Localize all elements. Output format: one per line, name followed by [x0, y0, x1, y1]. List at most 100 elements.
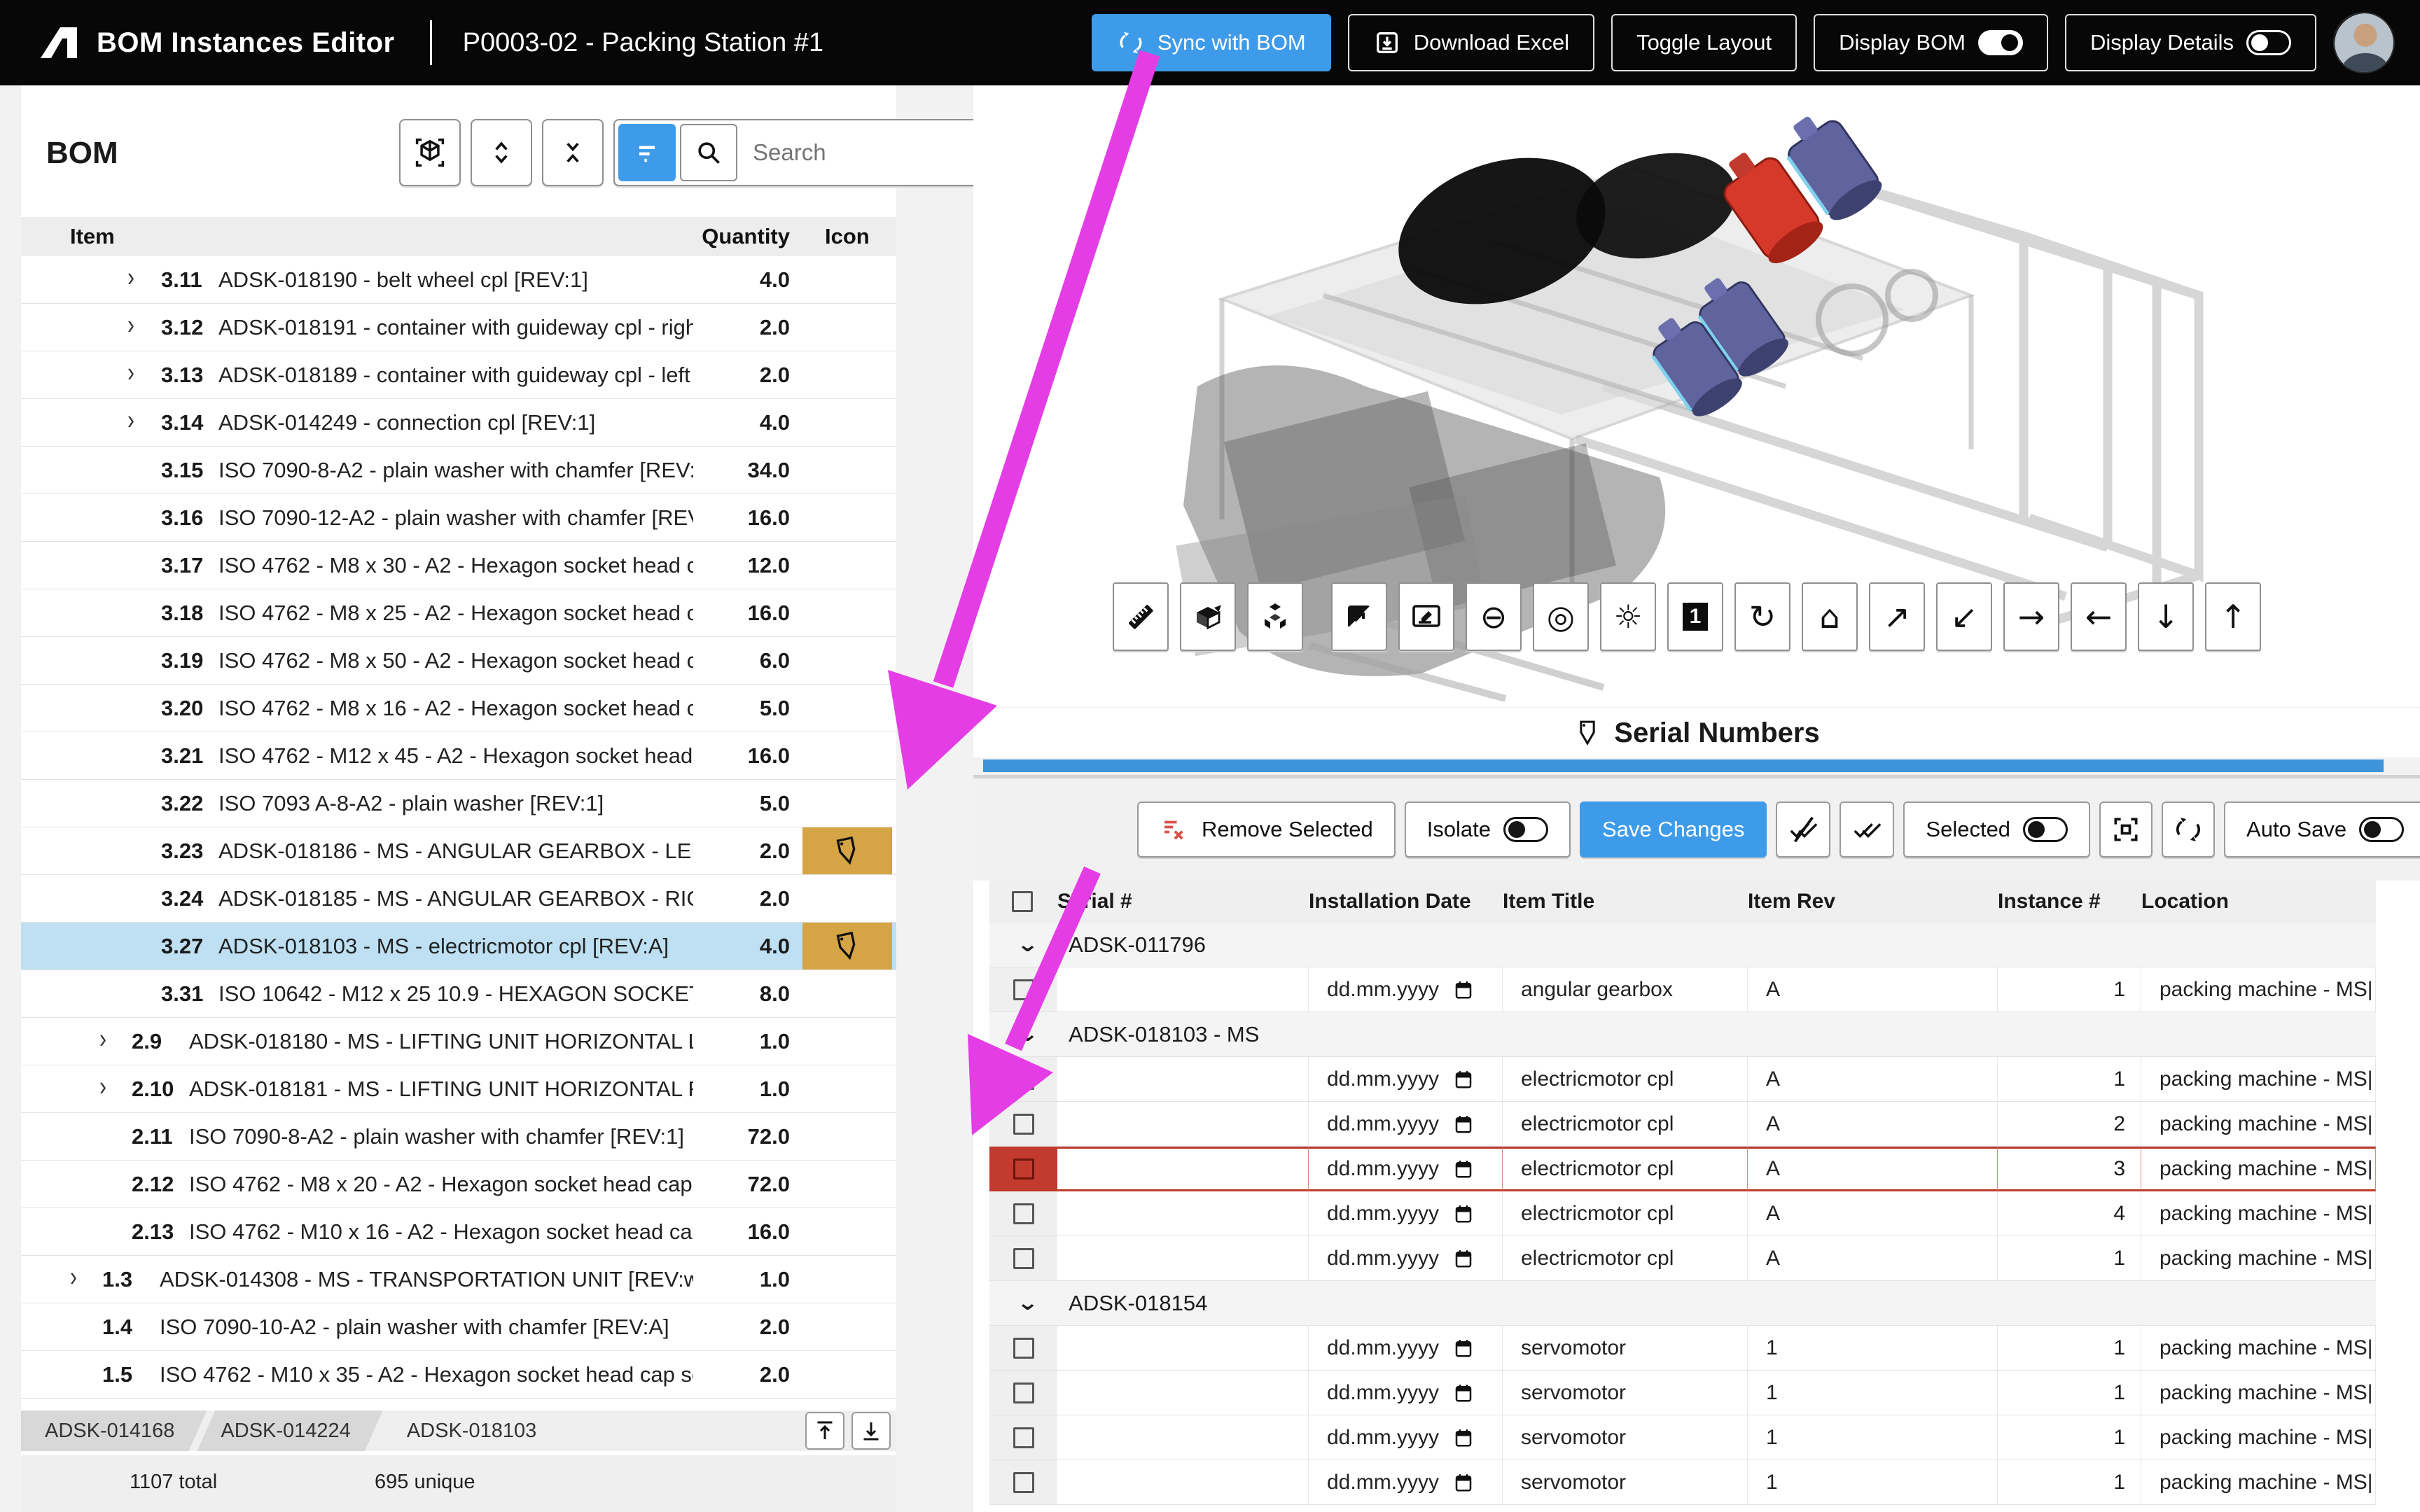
serial-group-row[interactable]: ⌄ADSK-018154	[989, 1281, 2376, 1326]
bom-row[interactable]: ›3.11ADSK-018190 - belt wheel cpl [REV:1…	[21, 256, 896, 304]
filter-button[interactable]	[618, 124, 676, 181]
chevron-right-icon[interactable]: ›	[70, 1262, 77, 1293]
row-checkbox[interactable]	[1013, 1472, 1034, 1493]
scroll-to-top-button[interactable]	[805, 1412, 844, 1450]
user-avatar[interactable]	[2333, 12, 2395, 74]
chevron-down-icon[interactable]: ⌄	[1016, 932, 1039, 957]
row-checkbox[interactable]	[1013, 1069, 1034, 1090]
bom-row[interactable]: ›3.12ADSK-018191 - container with guidew…	[21, 304, 896, 351]
installation-date-input[interactable]: dd.mm.yyyy	[1309, 1371, 1503, 1415]
isolate-toggle[interactable]: Isolate	[1405, 802, 1571, 858]
fit-selection-button[interactable]	[2099, 802, 2153, 858]
chevron-down-icon[interactable]: ⌄	[1016, 1022, 1039, 1046]
serial-number-input[interactable]	[1057, 1236, 1309, 1281]
bom-row[interactable]: ›2.10ADSK-018181 - MS - LIFTING UNIT HOR…	[21, 1065, 896, 1113]
uncheck-all-button[interactable]	[1776, 802, 1830, 858]
serial-number-input[interactable]	[1057, 1057, 1309, 1102]
row-checkbox[interactable]	[1013, 1203, 1034, 1224]
collapse-all-button[interactable]	[542, 119, 604, 186]
chevron-right-icon[interactable]: ›	[127, 310, 134, 341]
viewer-3d[interactable]: ⊖◎☼1↻⌂↗↙→←↓↑	[973, 85, 2420, 707]
serialized-tag-icon[interactable]	[802, 923, 892, 969]
calendar-icon[interactable]	[1453, 1068, 1474, 1091]
row-checkbox[interactable]	[1013, 1114, 1034, 1135]
bom-row[interactable]: 1.4ISO 7090-10-A2 - plain washer with ch…	[21, 1303, 896, 1351]
select-all-checkbox[interactable]	[1012, 891, 1033, 912]
bom-row[interactable]: ›3.14ADSK-014249 - connection cpl [REV:1…	[21, 399, 896, 447]
bom-row[interactable]: 2.13ISO 4762 - M10 x 16 - A2 - Hexagon s…	[21, 1208, 896, 1256]
serial-row[interactable]: dd.mm.yyyyelectricmotor cplA2packing mac…	[989, 1102, 2376, 1147]
row-checkbox[interactable]	[1013, 979, 1034, 1000]
bom-row[interactable]: 3.18ISO 4762 - M8 x 25 - A2 - Hexagon so…	[21, 589, 896, 637]
pan-down-left-button[interactable]: ↙	[1936, 582, 1992, 651]
bom-row[interactable]: 3.16ISO 7090-12-A2 - plain washer with c…	[21, 494, 896, 542]
download-excel-button[interactable]: Download Excel	[1348, 14, 1594, 71]
serial-row[interactable]: dd.mm.yyyyangular gearboxA1packing machi…	[989, 967, 2376, 1012]
serial-number-input[interactable]	[1057, 1371, 1309, 1415]
bom-row[interactable]: 3.31ISO 10642 - M12 x 25 10.9 - HEXAGON …	[21, 970, 896, 1018]
bom-row[interactable]: 3.22ISO 7093 A-8-A2 - plain washer [REV:…	[21, 780, 896, 827]
display-bom-switch[interactable]	[1978, 30, 2023, 55]
bom-row[interactable]: 3.23ADSK-018186 - MS - ANGULAR GEARBOX -…	[21, 827, 896, 875]
save-changes-button[interactable]: Save Changes	[1580, 802, 1767, 858]
home-button[interactable]: ⌂	[1802, 582, 1858, 651]
bom-row[interactable]: 3.21ISO 4762 - M12 x 45 - A2 - Hexagon s…	[21, 732, 896, 780]
focus-in-model-button[interactable]	[399, 119, 461, 186]
calendar-icon[interactable]	[1453, 1427, 1474, 1449]
installation-date-input[interactable]: dd.mm.yyyy	[1309, 1102, 1503, 1147]
chevron-right-icon[interactable]: ›	[99, 1024, 106, 1055]
bom-row[interactable]: ›3.13ADSK-018189 - container with guidew…	[21, 351, 896, 399]
serial-row[interactable]: dd.mm.yyyyelectricmotor cplA1packing mac…	[989, 1236, 2376, 1281]
calendar-icon[interactable]	[1453, 1382, 1474, 1404]
sync-with-bom-button[interactable]: Sync with BOM	[1092, 14, 1331, 71]
display-details-toggle[interactable]: Display Details	[2065, 14, 2316, 71]
serialized-tag-icon[interactable]	[802, 827, 892, 874]
display-details-switch[interactable]	[2246, 30, 2291, 55]
serial-number-input[interactable]	[1057, 1460, 1309, 1505]
isolate-switch[interactable]	[1503, 817, 1548, 842]
installation-date-input[interactable]: dd.mm.yyyy	[1309, 1057, 1503, 1102]
orbit-button[interactable]: ↻	[1734, 582, 1790, 651]
row-checkbox[interactable]	[1013, 1248, 1034, 1269]
breadcrumb[interactable]: ADSK-018103	[383, 1410, 569, 1451]
serial-row[interactable]: dd.mm.yyyyservomotor11packing machine - …	[989, 1460, 2376, 1505]
pan-right-button[interactable]: →	[2003, 582, 2059, 651]
calendar-icon[interactable]	[1453, 1247, 1474, 1270]
bom-row[interactable]: 2.11ISO 7090-8-A2 - plain washer with ch…	[21, 1113, 896, 1161]
first-person-button[interactable]: 1	[1667, 582, 1723, 651]
bom-row[interactable]: 3.27ADSK-018103 - MS - electricmotor cpl…	[21, 923, 896, 970]
expand-all-button[interactable]	[471, 119, 532, 186]
calendar-icon[interactable]	[1453, 1113, 1474, 1135]
breadcrumb[interactable]: ADSK-014224	[197, 1410, 382, 1451]
row-checkbox[interactable]	[1013, 1338, 1034, 1359]
calendar-icon[interactable]	[1453, 1158, 1474, 1180]
installation-date-input[interactable]: dd.mm.yyyy	[1309, 1326, 1503, 1371]
bom-row[interactable]: 1.5ISO 4762 - M10 x 35 - A2 - Hexagon so…	[21, 1351, 896, 1399]
installation-date-input[interactable]: dd.mm.yyyy	[1309, 1415, 1503, 1460]
bom-row[interactable]: 3.17ISO 4762 - M8 x 30 - A2 - Hexagon so…	[21, 542, 896, 589]
render-annotation-button[interactable]	[1398, 582, 1454, 651]
serial-row[interactable]: dd.mm.yyyyservomotor11packing machine - …	[989, 1415, 2376, 1460]
serial-number-input[interactable]	[1057, 1102, 1309, 1147]
search-button[interactable]	[680, 124, 737, 181]
section-box-button[interactable]	[1180, 582, 1236, 651]
search-input[interactable]	[742, 139, 1001, 167]
zoom-out-button[interactable]: ⊖	[1466, 582, 1522, 651]
bom-row[interactable]: 3.20ISO 4762 - M8 x 16 - A2 - Hexagon so…	[21, 685, 896, 732]
breadcrumb[interactable]: ADSK-014168	[21, 1410, 207, 1451]
pan-up-button[interactable]: ↑	[2205, 582, 2261, 651]
serial-row[interactable]: dd.mm.yyyyservomotor11packing machine - …	[989, 1326, 2376, 1371]
serial-number-input[interactable]	[1057, 1415, 1309, 1460]
installation-date-input[interactable]: dd.mm.yyyy	[1309, 1147, 1503, 1191]
selected-switch[interactable]	[2023, 817, 2068, 842]
serial-row[interactable]: dd.mm.yyyyservomotor11packing machine - …	[989, 1371, 2376, 1415]
scroll-to-bottom-button[interactable]	[851, 1412, 891, 1450]
calendar-icon[interactable]	[1453, 979, 1474, 1001]
row-checkbox[interactable]	[1013, 1382, 1034, 1404]
chevron-right-icon[interactable]: ›	[127, 405, 134, 436]
explode-model-button[interactable]	[1247, 582, 1303, 651]
bom-row[interactable]: 3.19ISO 4762 - M8 x 50 - A2 - Hexagon so…	[21, 637, 896, 685]
installation-date-input[interactable]: dd.mm.yyyy	[1309, 967, 1503, 1012]
measure-button[interactable]	[1113, 582, 1169, 651]
bom-row[interactable]: 3.15ISO 7090-8-A2 - plain washer with ch…	[21, 447, 896, 494]
